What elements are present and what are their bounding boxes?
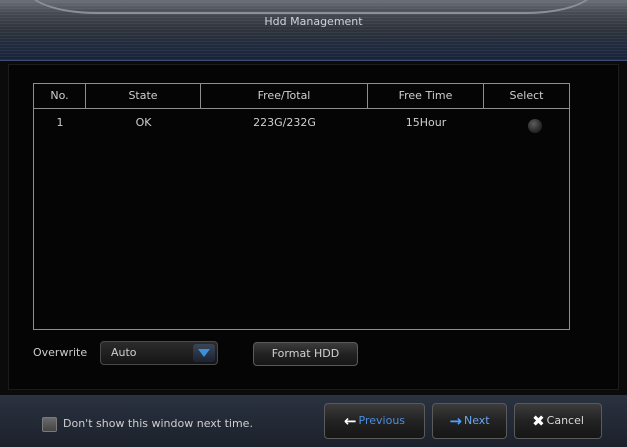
title-bar-arc xyxy=(26,0,596,14)
next-button[interactable]: → Next xyxy=(432,403,507,439)
table-header: No. State Free/Total Free Time Select xyxy=(34,84,569,109)
table-row[interactable]: 1 OK 223G/232G 15Hour xyxy=(34,113,569,133)
select-radio[interactable] xyxy=(528,119,542,133)
cancel-button[interactable]: ✖ Cancel xyxy=(514,403,602,439)
chevron-down-icon[interactable] xyxy=(193,344,215,362)
previous-button[interactable]: ← Previous xyxy=(324,403,425,439)
hdd-table: No. State Free/Total Free Time Select 1 … xyxy=(33,83,570,330)
arrow-right-icon: → xyxy=(449,412,462,430)
arrow-left-icon: ← xyxy=(343,412,357,430)
next-label: Next xyxy=(463,414,490,427)
cell-free-total: 223G/232G xyxy=(253,116,316,129)
close-icon: ✖ xyxy=(532,412,545,430)
cell-state: OK xyxy=(135,116,152,129)
dialog-title: Hdd Management xyxy=(264,15,363,28)
column-header-free-total: Free/Total xyxy=(201,84,368,108)
dont-show-label: Don't show this window next time. xyxy=(63,417,253,430)
overwrite-value: Auto xyxy=(111,346,137,359)
title-bar: Hdd Management xyxy=(0,0,627,61)
column-header-select: Select xyxy=(509,89,544,102)
previous-label: Previous xyxy=(358,414,406,427)
cancel-label: Cancel xyxy=(546,414,584,427)
cell-no: 1 xyxy=(56,116,64,129)
format-hdd-button[interactable]: Format HDD xyxy=(253,342,358,366)
hdd-management-screen: Hdd Management No. State Free/Total Free… xyxy=(0,0,627,447)
overwrite-select[interactable]: Auto xyxy=(100,341,218,365)
column-header-no: No. xyxy=(34,84,86,108)
cell-free-time: 15Hour xyxy=(405,116,447,129)
column-header-state: State xyxy=(86,84,201,108)
dont-show-checkbox[interactable] xyxy=(42,417,57,432)
column-header-free-time: Free Time xyxy=(368,84,484,108)
overwrite-label: Overwrite xyxy=(33,346,88,359)
